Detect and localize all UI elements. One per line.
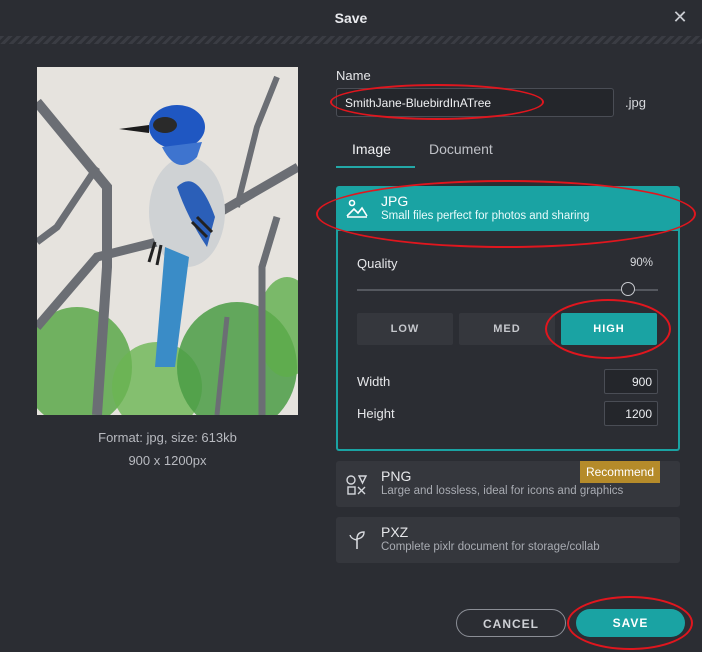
recommend-badge: Recommend xyxy=(579,461,660,483)
width-input[interactable] xyxy=(604,369,658,394)
height-label: Height xyxy=(357,406,395,421)
cancel-button[interactable]: CANCEL xyxy=(456,609,566,637)
active-tab-indicator xyxy=(336,166,415,168)
format-title-png: PNG xyxy=(381,468,412,484)
format-option-pxz[interactable]: PXZ Complete pixlr document for storage/… xyxy=(336,517,680,563)
bluebird-painting xyxy=(37,67,298,415)
quality-slider-track[interactable] xyxy=(357,289,658,291)
format-subtitle-jpg: Small files perfect for photos and shari… xyxy=(381,210,590,222)
format-option-jpg[interactable]: JPG Small files perfect for photos and s… xyxy=(336,186,680,231)
filename-input[interactable] xyxy=(336,88,614,117)
image-preview xyxy=(37,67,298,415)
pixlr-sprout-icon xyxy=(349,531,365,549)
format-title-jpg: JPG xyxy=(381,193,409,209)
preview-format-info: Format: jpg, size: 613kb xyxy=(98,430,237,445)
quality-value: 90% xyxy=(630,257,654,269)
quality-preset-high[interactable]: HIGH xyxy=(561,313,657,345)
preview-dimensions: 900 x 1200px xyxy=(128,453,207,468)
image-landscape-icon xyxy=(346,199,368,218)
format-option-png[interactable]: PNG Large and lossless, ideal for icons … xyxy=(336,461,680,507)
shapes-icon xyxy=(346,475,368,495)
name-label: Name xyxy=(336,68,371,83)
close-icon[interactable]: ✕ xyxy=(672,8,688,26)
quality-slider-handle[interactable] xyxy=(621,282,635,296)
quality-label: Quality xyxy=(357,256,398,271)
tab-image[interactable]: Image xyxy=(352,141,391,157)
tab-document[interactable]: Document xyxy=(429,141,493,157)
dialog-title: Save xyxy=(334,10,368,26)
titlebar-divider xyxy=(0,36,702,44)
save-button[interactable]: SAVE xyxy=(576,609,685,637)
file-extension: .jpg xyxy=(625,95,646,110)
format-subtitle-pxz: Complete pixlr document for storage/coll… xyxy=(381,541,600,553)
width-label: Width xyxy=(357,374,391,389)
format-subtitle-png: Large and lossless, ideal for icons and … xyxy=(381,485,624,497)
quality-preset-low[interactable]: LOW xyxy=(357,313,453,345)
height-input[interactable] xyxy=(604,401,658,426)
format-title-pxz: PXZ xyxy=(381,524,409,540)
dialog-titlebar: Save ✕ xyxy=(0,0,702,36)
quality-preset-med[interactable]: MED xyxy=(459,313,555,345)
